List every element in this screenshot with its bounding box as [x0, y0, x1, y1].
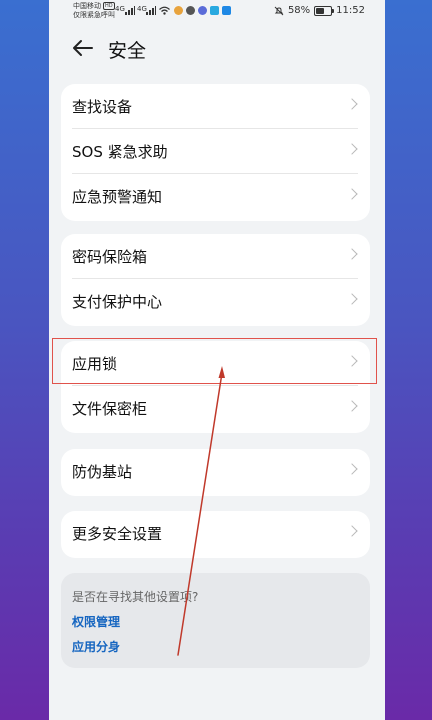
annotation-arrow-icon: [177, 366, 225, 656]
